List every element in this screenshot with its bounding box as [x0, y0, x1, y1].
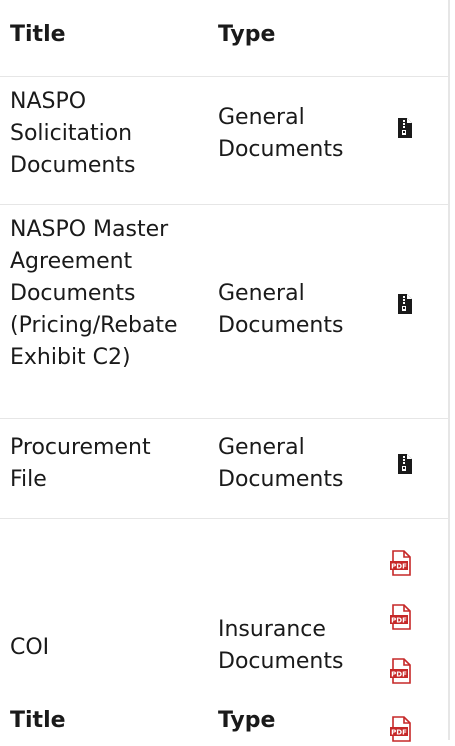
- row-3-type: General Documents: [218, 435, 344, 492]
- row-1-title[interactable]: NASPO Solicitation Documents: [10, 86, 200, 182]
- zip-file-icon[interactable]: [398, 294, 412, 318]
- footer-header-title: Title: [10, 708, 66, 733]
- pdf-label: PDF: [391, 617, 407, 625]
- row-4-type: Insurance Documents: [218, 617, 344, 674]
- row-4-title[interactable]: COI: [10, 632, 49, 664]
- pdf-label: PDF: [391, 563, 407, 571]
- pdf-file-icon[interactable]: PDF: [390, 604, 412, 634]
- row-3-divider: [0, 518, 450, 519]
- pdf-label: PDF: [391, 729, 407, 737]
- pdf-file-icon[interactable]: PDF: [390, 550, 412, 580]
- column-header-type: Type: [218, 22, 276, 47]
- pdf-file-icon[interactable]: PDF: [390, 716, 412, 746]
- column-header-title: Title: [10, 22, 66, 47]
- documents-table: Title Type NASPO Solicitation Documents …: [0, 0, 450, 742]
- zip-file-icon[interactable]: [398, 118, 412, 142]
- row-3-title[interactable]: Procurement File: [10, 432, 190, 496]
- header-divider: [0, 76, 450, 77]
- row-1-type: General Documents: [218, 105, 344, 162]
- zip-file-icon[interactable]: [398, 454, 412, 478]
- row-2-type: General Documents: [218, 281, 344, 338]
- pdf-file-icon[interactable]: PDF: [390, 658, 412, 688]
- row-2-divider: [0, 418, 450, 419]
- pdf-label: PDF: [391, 671, 407, 679]
- footer-header-type: Type: [218, 708, 276, 733]
- row-1-divider: [0, 204, 450, 205]
- row-2-title[interactable]: NASPO Master Agreement Documents (Pricin…: [10, 214, 205, 374]
